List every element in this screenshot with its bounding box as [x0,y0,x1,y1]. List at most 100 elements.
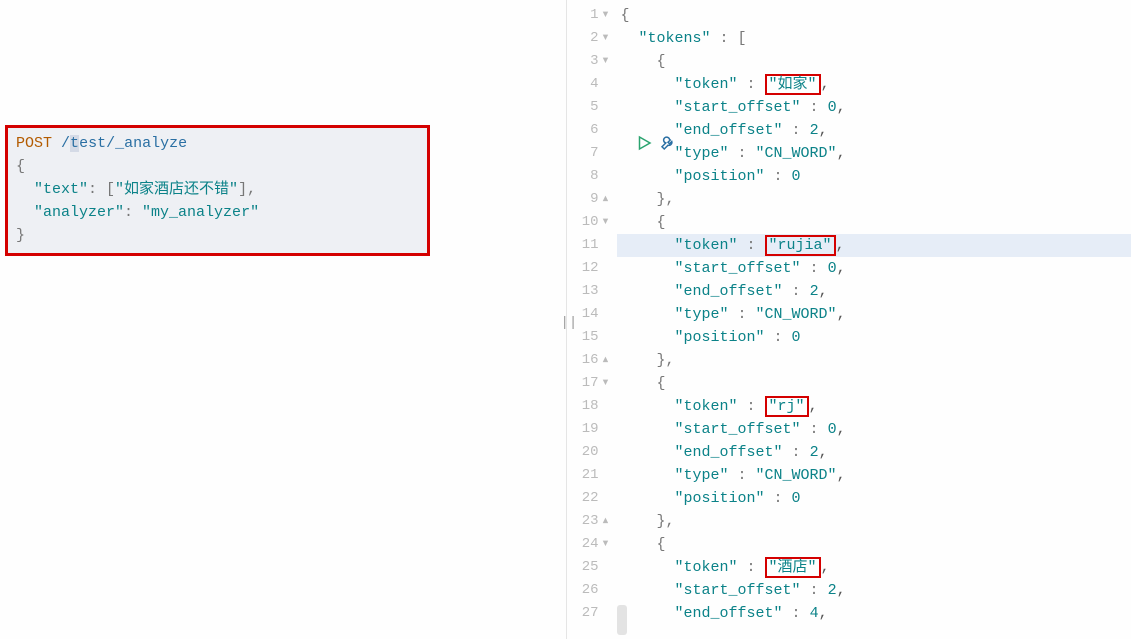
http-method: POST [16,135,52,152]
line-number: 19 [582,418,599,441]
line-number: 26 [582,579,599,602]
response-pane: || 1▾2▾3▾4 5 6 7 8 9▴10▾11 12 13 14 15 1… [566,0,1131,639]
line-number: 9 [590,188,598,211]
response-line: "end_offset" : 2, [617,441,1131,464]
response-line: "end_offset" : 2, [617,280,1131,303]
fold-arrow-icon[interactable]: ▾ [601,372,611,395]
response-line: "start_offset" : 0, [617,418,1131,441]
line-number: 23 [582,510,599,533]
gutter-row: 4 [567,73,611,96]
fold-arrow-icon[interactable]: ▾ [601,27,611,50]
gutter-row: 24▾ [567,533,611,556]
fold-arrow-icon[interactable]: ▴ [601,188,611,211]
line-number: 20 [582,441,599,464]
gutter-row: 20 [567,441,611,464]
gutter-row: 16▴ [567,349,611,372]
fold-arrow-icon[interactable]: ▾ [601,211,611,234]
line-number: 4 [590,73,598,96]
line-number: 21 [582,464,599,487]
highlighted-token: "酒店" [765,557,821,578]
gutter-row: 10▾ [567,211,611,234]
gutter-row: 1▾ [567,4,611,27]
line-number: 24 [582,533,599,556]
response-line: "start_offset" : 0, [617,257,1131,280]
line-number: 5 [590,96,598,119]
gutter-row: 5 [567,96,611,119]
gutter-row: 2▾ [567,27,611,50]
gutter-row: 17▾ [567,372,611,395]
gutter-row: 9▴ [567,188,611,211]
line-number: 3 [590,50,598,73]
gutter-row: 7 [567,142,611,165]
response-line: "position" : 0 [617,326,1131,349]
line-number: 7 [590,142,598,165]
line-number: 16 [582,349,599,372]
line-number: 14 [582,303,599,326]
response-line: "position" : 0 [617,165,1131,188]
highlighted-token: "如家" [765,74,821,95]
gutter-row: 18 [567,395,611,418]
request-body-close: } [16,224,419,247]
gutter-row: 21 [567,464,611,487]
gutter-row: 13 [567,280,611,303]
response-editor[interactable]: 1▾2▾3▾4 5 6 7 8 9▴10▾11 12 13 14 15 16▴1… [567,0,1131,639]
gutter-row: 14 [567,303,611,326]
gutter-row: 12 [567,257,611,280]
line-number: 22 [582,487,599,510]
response-line: "end_offset" : 2, [617,119,1131,142]
response-line: { [617,211,1131,234]
line-number: 17 [582,372,599,395]
request-body-analyzer: "analyzer": "my_analyzer" [16,201,419,224]
line-number: 12 [582,257,599,280]
line-number: 25 [582,556,599,579]
gutter-row: 15 [567,326,611,349]
fold-arrow-icon[interactable]: ▾ [601,4,611,27]
response-line: { [617,50,1131,73]
gutter-row: 26 [567,579,611,602]
response-line: "token" : "酒店", [617,556,1131,579]
highlighted-token: "rujia" [765,235,836,256]
line-number: 10 [582,211,599,234]
response-line: "type" : "CN_WORD", [617,142,1131,165]
response-line: "tokens" : [ [617,27,1131,50]
request-path: /test/_analyze [61,135,187,152]
gutter-row: 6 [567,119,611,142]
gutter-row: 25 [567,556,611,579]
line-number: 27 [582,602,599,625]
response-code: { "tokens" : [ { "token" : "如家", "start_… [617,0,1131,639]
gutter-row: 23▴ [567,510,611,533]
request-body-text: "text": ["如家酒店还不错"], [16,178,419,201]
gutter-row: 3▾ [567,50,611,73]
request-pane: POST /test/_analyze { "text": ["如家酒店还不错"… [0,0,566,639]
gutter-row: 19 [567,418,611,441]
line-gutter: 1▾2▾3▾4 5 6 7 8 9▴10▾11 12 13 14 15 16▴1… [567,0,617,639]
gutter-row: 27 [567,602,611,625]
line-number: 2 [590,27,598,50]
response-line: "token" : "如家", [617,73,1131,96]
highlighted-token: "rj" [765,396,809,417]
response-line: "start_offset" : 0, [617,96,1131,119]
response-line: "token" : "rujia", [617,234,1131,257]
fold-arrow-icon[interactable]: ▾ [601,533,611,556]
gutter-row: 22 [567,487,611,510]
request-editor[interactable]: POST /test/_analyze { "text": ["如家酒店还不错"… [5,125,430,256]
line-number: 11 [582,234,599,257]
fold-arrow-icon[interactable]: ▴ [601,349,611,372]
response-line: { [617,533,1131,556]
response-line: { [617,372,1131,395]
scrollbar-thumb[interactable] [617,605,627,635]
line-number: 13 [582,280,599,303]
line-number: 15 [582,326,599,349]
response-line: "token" : "rj", [617,395,1131,418]
line-number: 18 [582,395,599,418]
fold-arrow-icon[interactable]: ▴ [601,510,611,533]
request-body-open: { [16,155,419,178]
gutter-row: 8 [567,165,611,188]
request-line-method: POST /test/_analyze [16,132,419,155]
line-number: 6 [590,119,598,142]
response-line: { [617,4,1131,27]
fold-arrow-icon[interactable]: ▾ [601,50,611,73]
response-line: }, [617,510,1131,533]
line-number: 1 [590,4,598,27]
response-line: "start_offset" : 2, [617,579,1131,602]
